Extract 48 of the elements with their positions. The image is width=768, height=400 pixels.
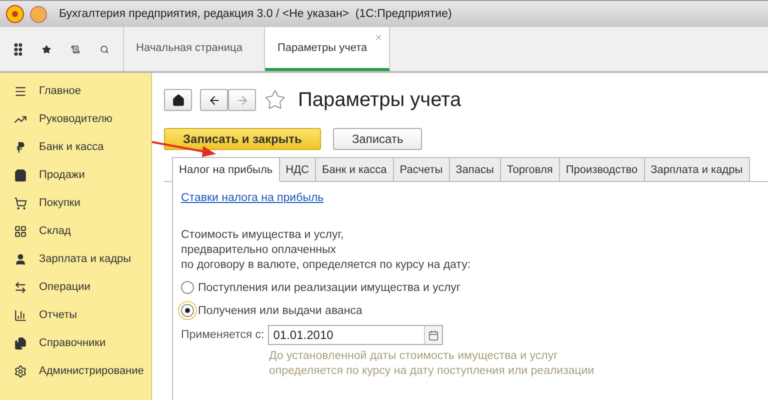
window-title: Бухгалтерия предприятия, редакция 3.0 / <Не указан> (1С:Предприятие) [59,8,452,20]
transfer-icon [14,280,27,294]
sidebar-item[interactable]: Зарплата и кадры [0,245,151,273]
ruble-icon [14,140,27,154]
radio-option[interactable]: Получения или выдачи аванса [181,304,362,317]
tab[interactable]: Производство [560,157,645,182]
user-icon [14,252,27,266]
apps-icon[interactable] [14,42,22,56]
form-title: Параметры учета [298,88,462,112]
sidebar-item[interactable]: Главное [0,77,151,105]
tab[interactable]: Запасы [450,157,501,182]
sidebar-item[interactable]: Операции [0,273,151,301]
field-label: Применяется с: [181,329,264,341]
sidebar-item[interactable]: Продажи [0,161,151,189]
cart-icon [14,196,27,210]
sidebar-item[interactable]: Руководителю [0,105,151,133]
tab[interactable]: Банк и касса [316,157,394,182]
bar-chart-icon [14,308,27,322]
sidebar-item[interactable]: Банк и касса [0,133,151,161]
radio-option[interactable]: Поступления или реализации имущества и услуг [181,281,461,294]
app-tab[interactable]: Параметры учета [265,27,390,71]
tab[interactable]: Налог на прибыль [172,157,280,182]
sidebar-item[interactable]: Покупки [0,189,151,217]
favorite-star-icon[interactable] [264,89,286,111]
arrow-left-icon [208,94,220,106]
sidebar-item[interactable]: Отчеты [0,301,151,329]
app-logo-icon [6,5,24,23]
calendar-icon [428,330,440,340]
back-button[interactable] [200,89,228,111]
tab[interactable]: Расчеты [394,157,450,182]
sidebar-item[interactable]: Склад [0,217,151,245]
tab[interactable]: НДС [280,157,316,182]
settings-icon [14,364,27,378]
tab[interactable]: Зарплата и кадры [644,157,750,182]
tab[interactable]: Торговля [500,157,560,182]
hint-text: До установленной даты стоимость имущества и услуг определяется по курсу на дату поступления или реализации [269,349,596,379]
grid-icon [14,224,27,238]
description-text: Стоимость имущества и услуг, предварительно оплаченных по договору в валюте, определяется по курсу на дату: [181,228,472,273]
sidebar-item[interactable]: Администрирование [0,357,151,385]
save-and-close-button[interactable]: Записать и закрыть [164,128,321,150]
calendar-button[interactable] [424,326,442,344]
date-field[interactable]: 01.01.2010 [268,325,444,345]
home-icon [172,94,184,106]
save-button[interactable]: Записать [332,128,422,150]
arrow-right-icon [236,94,248,106]
home-button[interactable] [164,89,192,111]
sidebar-item[interactable]: Справочники [0,329,151,357]
tax-rates-link[interactable]: Ставки налога на прибыль [181,192,324,204]
